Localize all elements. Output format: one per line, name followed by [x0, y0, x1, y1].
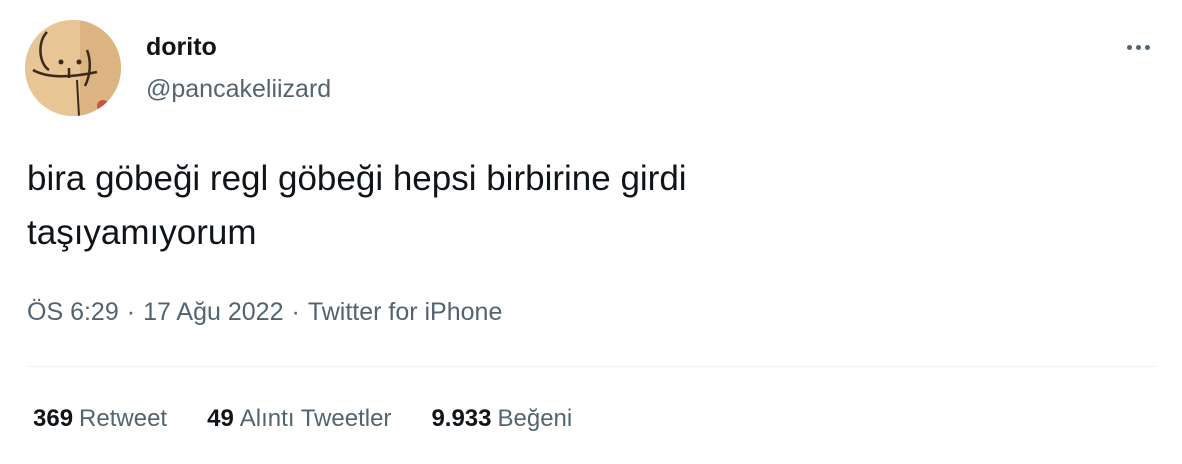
author-avatar[interactable] — [25, 20, 121, 116]
stat-label: Retweet — [79, 405, 168, 432]
author-display-name[interactable]: dorito — [146, 30, 217, 64]
doodle-face-avatar-icon — [25, 20, 121, 116]
tweet-text: bira göbeği regl göbeği hepsi birbirine … — [27, 152, 1127, 260]
stat-count: 369 — [33, 405, 74, 432]
stat-count: 9.933 — [431, 405, 492, 432]
divider — [27, 366, 1157, 367]
stat-count: 49 — [207, 405, 234, 432]
tweet-time[interactable]: ÖS 6:29 — [27, 298, 119, 326]
meta-separator: · — [291, 298, 300, 326]
tweet-card: dorito @pancakeliizard bira göbeği regl … — [0, 0, 1182, 464]
tweet-source[interactable]: Twitter for iPhone — [308, 298, 503, 326]
stat-label: Alıntı Tweetler — [239, 405, 392, 432]
tweet-text-line: taşıyamıyorum — [27, 213, 257, 252]
retweet-count-link[interactable]: 369 Retweet — [33, 402, 167, 436]
more-horizontal-icon-dot — [1135, 44, 1141, 50]
stat-label: Beğeni — [497, 405, 573, 432]
more-horizontal-icon — [1126, 44, 1132, 50]
more-options-button[interactable] — [1118, 32, 1158, 62]
quote-tweet-count-link[interactable]: 49 Alıntı Tweetler — [207, 402, 391, 436]
tweet-text-line: bira göbeği regl göbeği hepsi birbirine … — [27, 159, 687, 198]
author-handle[interactable]: @pancakeliizard — [146, 72, 331, 106]
tweet-date[interactable]: 17 Ağu 2022 — [143, 298, 283, 326]
engagement-stats: 369 Retweet 49 Alıntı Tweetler 9.933 Beğeni — [33, 402, 572, 436]
like-count-link[interactable]: 9.933 Beğeni — [431, 402, 572, 436]
more-horizontal-icon-dot — [1144, 44, 1150, 50]
meta-separator: · — [126, 298, 136, 326]
tweet-metadata: ÖS 6:29 · 17 Ağu 2022 · Twitter for iPhone — [27, 294, 502, 330]
